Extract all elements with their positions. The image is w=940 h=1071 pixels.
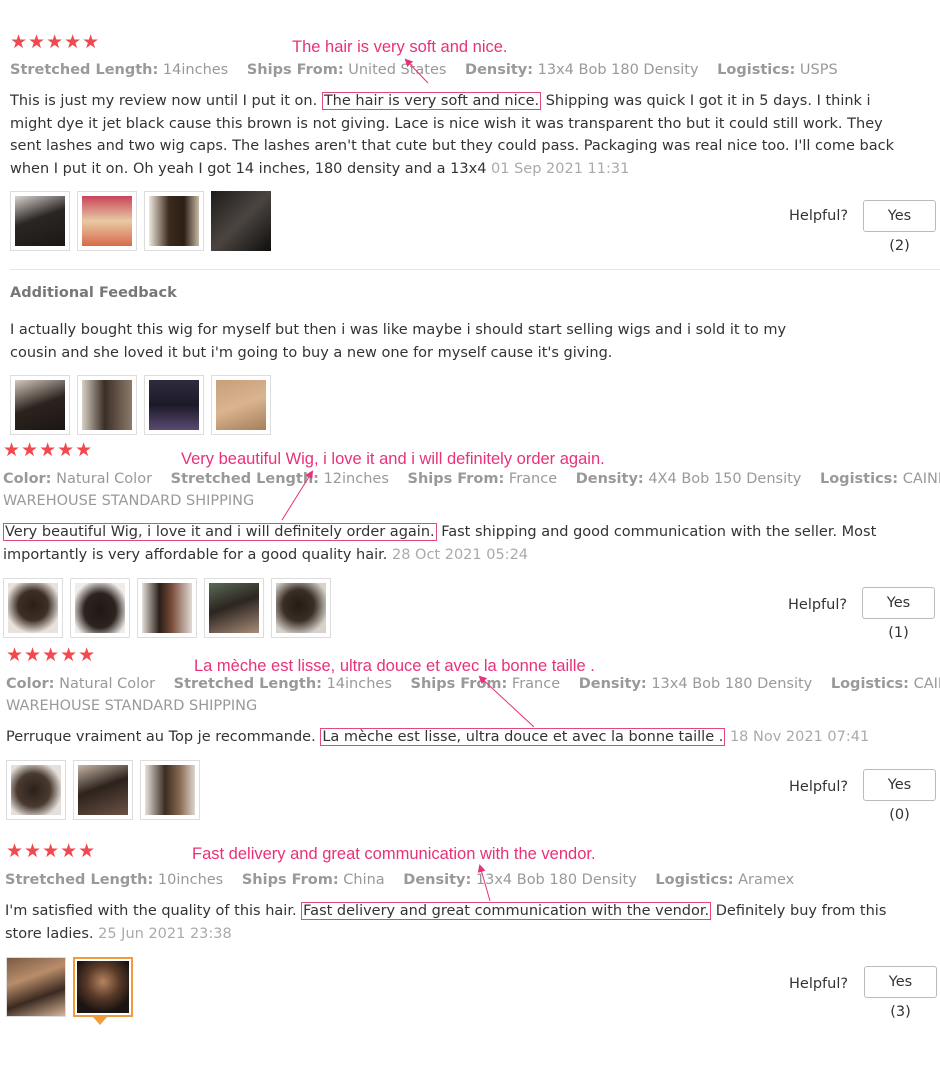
review-photo[interactable] xyxy=(10,191,70,251)
review-meta: Color: Natural Color Stretched Length: 1… xyxy=(6,676,940,692)
review-date: 01 Sep 2021 11:31 xyxy=(491,160,630,177)
star-rating: ★★★★★ xyxy=(6,840,97,862)
highlighted-phrase: Very beautiful Wig, i love it and i will… xyxy=(3,523,437,541)
highlighted-phrase: The hair is very soft and nice. xyxy=(321,92,542,110)
helpful-label: Helpful? xyxy=(789,976,849,992)
review-photo[interactable] xyxy=(6,760,66,820)
review-photo[interactable] xyxy=(211,191,271,251)
additional-photos xyxy=(10,375,271,435)
review-meta-wrap: WAREHOUSE STANDARD SHIPPING xyxy=(6,698,258,714)
review-date: 28 Oct 2021 05:24 xyxy=(391,546,529,563)
review-photo[interactable] xyxy=(70,578,130,638)
review-photo[interactable] xyxy=(77,375,137,435)
helpful-label: Helpful? xyxy=(789,208,849,224)
helpful-label: Helpful? xyxy=(789,779,849,795)
review-text: Very beautiful Wig, i love it and i will… xyxy=(3,523,877,563)
review-photo-selected[interactable] xyxy=(73,957,133,1017)
helpful-yes-button[interactable]: Yes (0) xyxy=(863,769,936,823)
helpful-yes-button[interactable]: Yes (3) xyxy=(864,966,937,1020)
review-photo[interactable] xyxy=(73,760,133,820)
review-photo[interactable] xyxy=(144,375,204,435)
review-photos xyxy=(6,760,200,820)
star-rating: ★★★★★ xyxy=(3,439,94,461)
review-photo[interactable] xyxy=(10,375,70,435)
review-photo[interactable] xyxy=(77,191,137,251)
helpful-yes-button[interactable]: Yes (1) xyxy=(862,587,935,641)
helpful-label: Helpful? xyxy=(788,597,848,613)
review-date: 25 Jun 2021 23:38 xyxy=(98,925,232,942)
review-photos xyxy=(10,191,271,251)
star-rating: ★★★★★ xyxy=(6,644,97,666)
annotation-label: The hair is very soft and nice. xyxy=(292,38,508,56)
review-meta: Color: Natural Color Stretched Length: 1… xyxy=(3,471,940,487)
highlighted-phrase: Fast delivery and great communication wi… xyxy=(301,902,712,920)
review-photo[interactable] xyxy=(211,375,271,435)
review-photo[interactable] xyxy=(144,191,204,251)
review-text: This is just my review now until I put i… xyxy=(10,92,894,177)
review-photo[interactable] xyxy=(140,760,200,820)
review-date: 18 Nov 2021 07:41 xyxy=(729,729,870,745)
review-meta-wrap: WAREHOUSE STANDARD SHIPPING xyxy=(3,493,255,509)
review-photo[interactable] xyxy=(204,578,264,638)
helpful-yes-button[interactable]: Yes (2) xyxy=(863,200,936,254)
review-photo[interactable] xyxy=(3,578,63,638)
review-meta: Stretched Length: 10inches Ships From: C… xyxy=(5,872,795,888)
review-meta: Stretched Length: 14inches Ships From: U… xyxy=(10,62,838,78)
annotation-label: Fast delivery and great communication wi… xyxy=(192,845,596,863)
review-photo[interactable] xyxy=(137,578,197,638)
review-text: I'm satisfied with the quality of this h… xyxy=(5,902,887,942)
selected-indicator xyxy=(93,1017,107,1025)
highlighted-phrase: La mèche est lisse, ultra douce et avec … xyxy=(320,728,726,746)
review-photo[interactable] xyxy=(271,578,331,638)
annotation-label: Very beautiful Wig, i love it and i will… xyxy=(181,450,605,468)
additional-feedback-text: I actually bought this wig for myself bu… xyxy=(10,322,787,361)
star-rating: ★★★★★ xyxy=(10,31,101,53)
review-photos xyxy=(6,957,133,1017)
review-photos xyxy=(3,578,331,638)
review-text: Perruque vraiment au Top je recommande. … xyxy=(6,728,870,746)
review-photo[interactable] xyxy=(6,957,66,1017)
divider xyxy=(10,269,940,270)
additional-feedback-title: Additional Feedback xyxy=(10,285,177,301)
